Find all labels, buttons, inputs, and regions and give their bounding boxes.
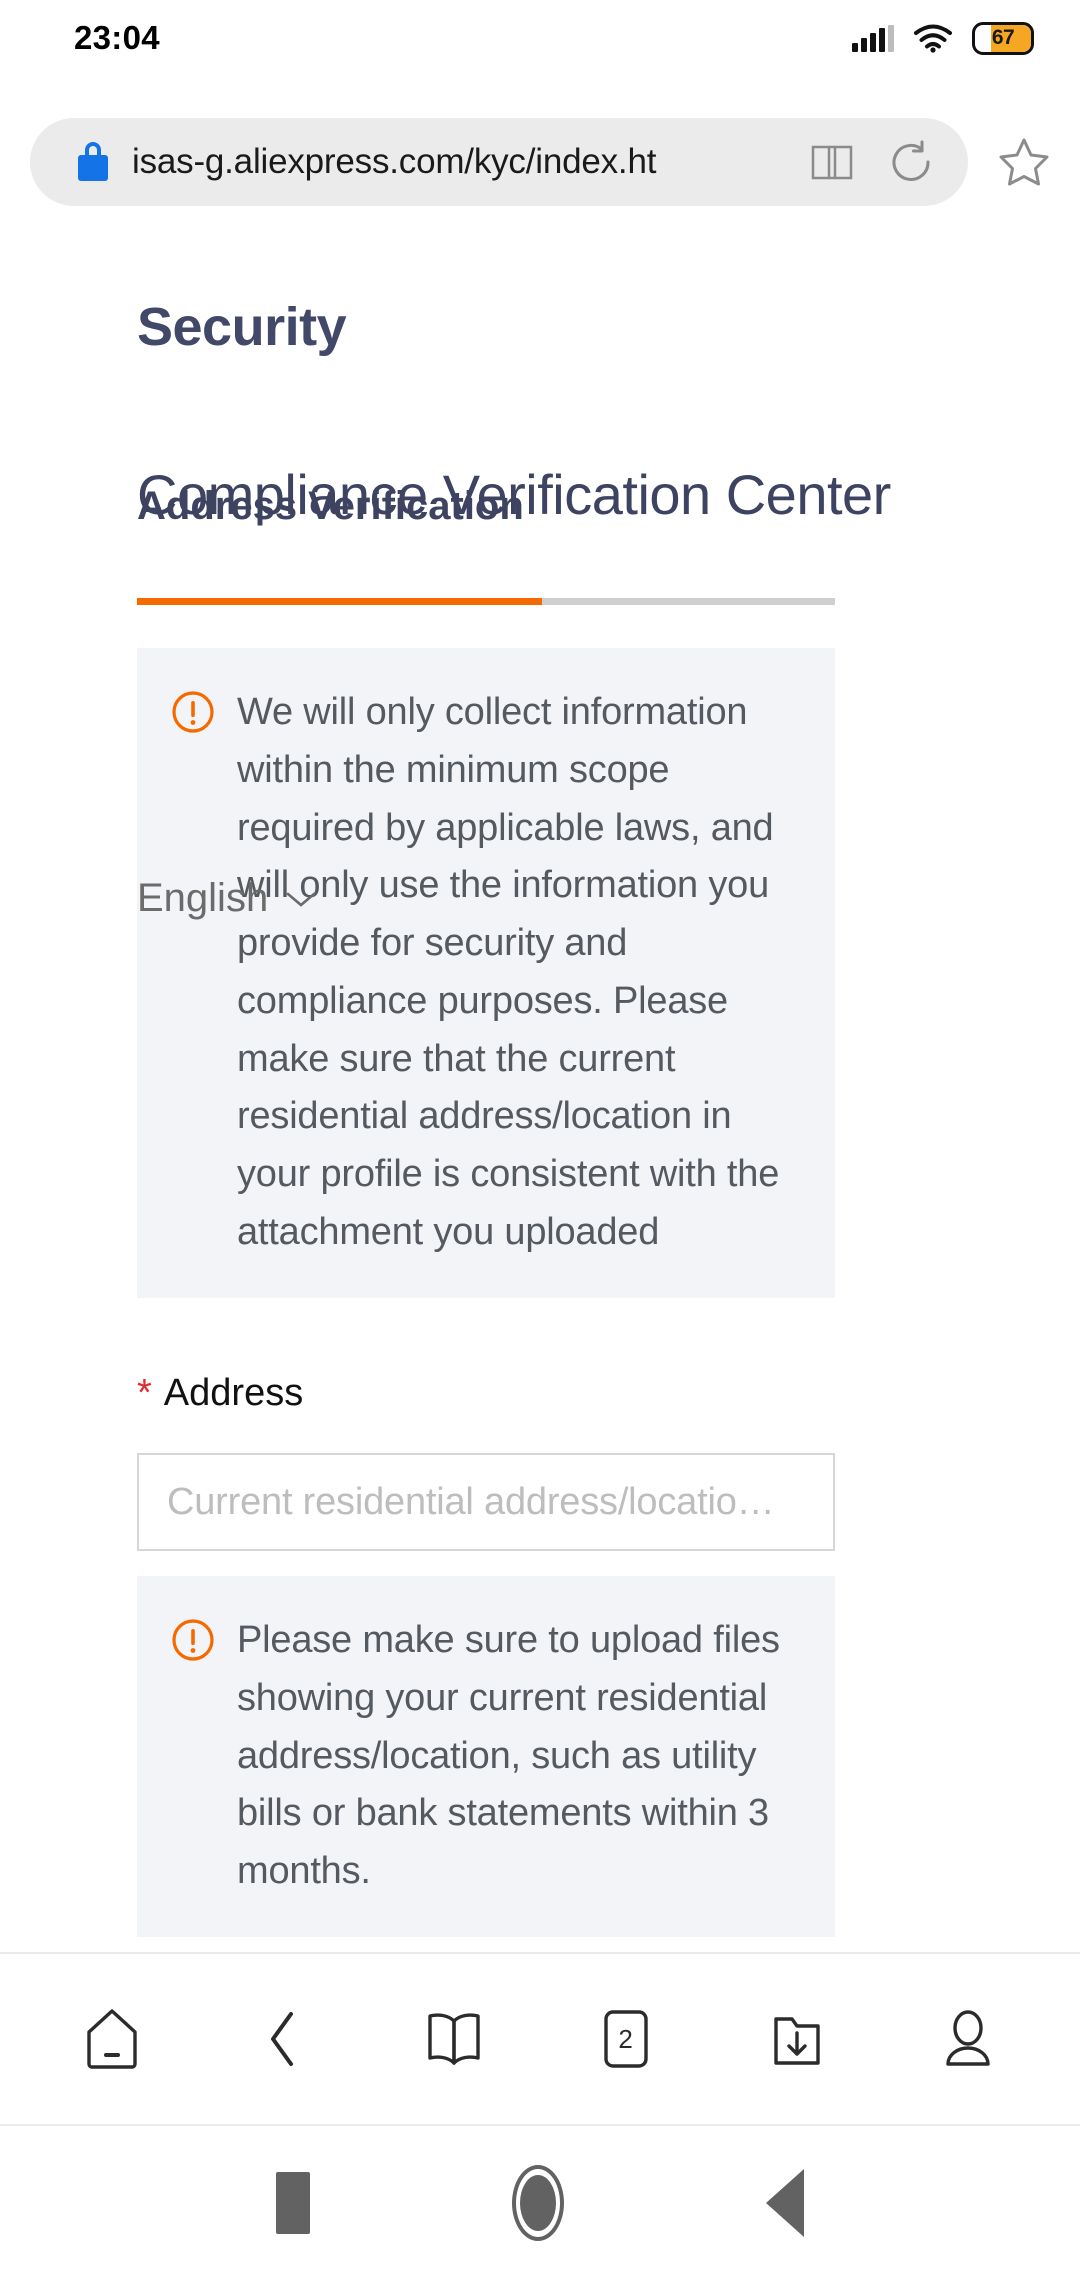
page-title: Security — [137, 297, 347, 357]
reader-mode-icon[interactable] — [810, 142, 854, 182]
tab-address-verification[interactable]: Address Verification — [137, 484, 524, 529]
upload-notice-text: Please make sure to upload files showing… — [237, 1619, 780, 1892]
status-bar: 23:04 67 — [0, 0, 1080, 76]
language-selector[interactable]: English — [137, 876, 318, 921]
status-clock: 23:04 — [74, 19, 160, 56]
profile-icon[interactable] — [937, 2008, 999, 2070]
url-text[interactable]: isas-g.aliexpress.com/kyc/index.ht — [132, 142, 796, 182]
lock-icon — [76, 142, 110, 182]
back-triangle-icon[interactable] — [766, 2169, 804, 2237]
tabs-button[interactable]: 2 — [595, 2008, 657, 2070]
address-field-group: * Address Current residential address/lo… — [137, 1372, 835, 1551]
web-page-content: Security Compliance Verification Center … — [0, 212, 1080, 1952]
upload-notice-box: Please make sure to upload files showing… — [137, 1576, 835, 1937]
status-icons: 67 — [852, 21, 1034, 55]
privacy-notice-box: We will only collect information within … — [137, 648, 835, 1298]
language-label: English — [137, 876, 269, 920]
download-folder-icon[interactable] — [766, 2008, 828, 2070]
recents-square-icon[interactable] — [276, 2172, 310, 2234]
address-placeholder: Current residential address/locatio… — [167, 1480, 775, 1523]
tab-count-label: 2 — [618, 2023, 633, 2054]
address-bar[interactable]: isas-g.aliexpress.com/kyc/index.ht — [30, 118, 968, 206]
cellular-signal-icon — [852, 24, 894, 52]
browser-url-bar: isas-g.aliexpress.com/kyc/index.ht — [0, 112, 1080, 212]
required-marker: * — [137, 1372, 152, 1414]
home-circle-icon[interactable] — [512, 2165, 564, 2241]
back-icon[interactable] — [252, 2008, 314, 2070]
star-icon[interactable] — [998, 136, 1050, 188]
warning-circle-icon — [172, 1619, 214, 1661]
headline-group: Compliance Verification Center Address V… — [0, 462, 1080, 572]
phone-screen: 23:04 67 isas-g.aliexpress.com/kyc/index… — [0, 0, 1080, 2280]
tab-underline — [137, 598, 835, 605]
home-icon[interactable] — [81, 2008, 143, 2070]
address-input[interactable]: Current residential address/locatio… — [137, 1453, 835, 1551]
battery-indicator: 67 — [972, 21, 1034, 55]
reload-icon[interactable] — [888, 139, 934, 185]
battery-percent-label: 67 — [991, 26, 1015, 49]
android-navigation-bar — [0, 2124, 1080, 2280]
wifi-icon — [914, 24, 952, 53]
chevron-down-icon — [286, 892, 316, 907]
privacy-notice-text: We will only collect information within … — [237, 691, 780, 1253]
browser-bottom-toolbar: 2 — [0, 1952, 1080, 2124]
tab-underline-active — [137, 598, 542, 605]
address-label-row: * Address — [137, 1372, 835, 1415]
book-icon[interactable] — [423, 2008, 485, 2070]
warning-circle-icon — [172, 691, 214, 733]
address-label: Address — [163, 1372, 304, 1414]
